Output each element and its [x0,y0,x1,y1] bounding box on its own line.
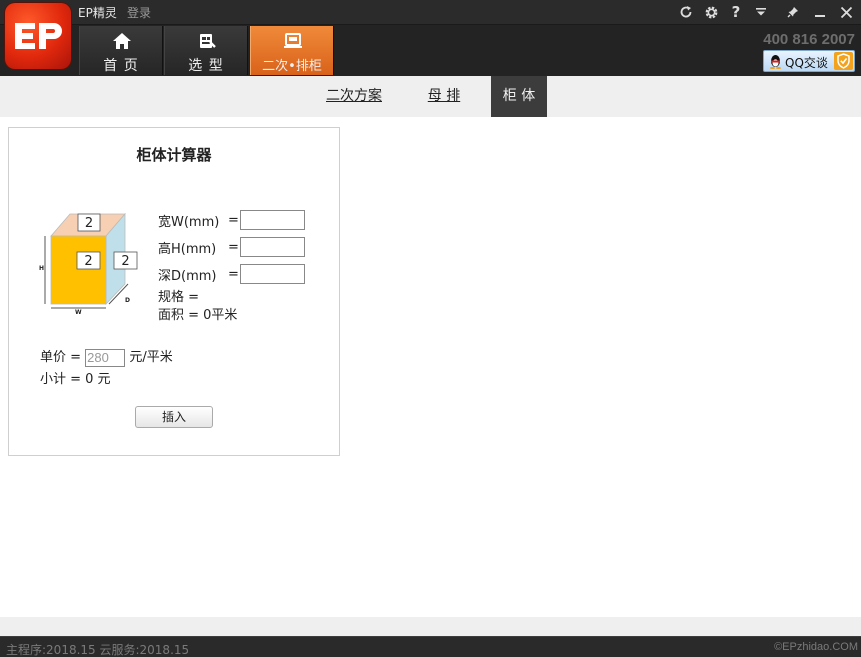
panel-title: 柜体计算器 [136,146,212,164]
version-info: 主程序:2018.15 云服务:2018.15 [6,643,190,657]
qq-penguin-icon [768,54,783,69]
cabinet-calculator-panel: 柜体计算器 H W D 2 2 2 宽W(mm) = 高H(mm) = 深D(m… [8,127,340,456]
nav-tab-cabinet[interactable]: 二次•排柜 [250,26,334,75]
spec-result: 规格 = [158,290,200,305]
depth-label: 深D(mm) [158,269,217,284]
selection-icon [197,32,217,50]
height-input[interactable] [240,237,305,257]
menu-dropdown-icon[interactable] [751,2,771,22]
shield-check-icon [834,52,853,70]
diagram-label-w: W [75,309,82,316]
unit-price-input[interactable] [85,348,126,367]
sub-nav: 二次方案 母 排 柜 体 [0,76,861,117]
minimize-icon[interactable] [810,2,830,22]
home-icon [112,32,132,50]
status-bar: 主程序:2018.15 云服务:2018.15 ©EPzhidao.COM [0,636,861,657]
height-label: 高H(mm) [158,242,217,257]
subtab-secondary-scheme[interactable]: 二次方案 [318,76,390,117]
subtab-busbar[interactable]: 母 排 [414,76,474,117]
cabinet-icon [283,32,303,50]
depth-input[interactable] [240,264,305,284]
app-name: EP精灵 [78,6,117,20]
equals-sign: = [228,267,239,282]
subtab-cabinet-body[interactable]: 柜 体 [491,76,547,117]
unit-price-row: 单价 = 元/平米 [40,346,173,367]
width-input[interactable] [240,210,305,230]
equals-sign: = [228,213,239,228]
top-bar: EP精灵 登录 ? 首 页 选 型 二次•排柜 400 816 2007 QQ交… [0,0,861,76]
qq-chat-label: QQ交谈 [785,56,828,70]
nav-tab-label: 选 型 [188,58,224,74]
qq-chat-button[interactable]: QQ交谈 [763,50,855,72]
app-logo [5,3,71,69]
nav-tab-home[interactable]: 首 页 [79,26,163,75]
copyright: ©EPzhidao.COM [774,641,858,653]
cabinet-dimension-diagram: H W D 2 2 2 [39,212,138,316]
nav-tab-selection[interactable]: 选 型 [164,26,248,75]
close-icon[interactable] [836,2,856,22]
help-icon[interactable]: ? [726,2,746,22]
nav-tab-label: 首 页 [103,58,139,74]
gear-icon[interactable] [701,2,721,22]
diagram-front-value: 2 [84,254,92,269]
area-result: 面积 = 0平米 [158,308,238,323]
hotline-number: 400 816 2007 [763,31,855,48]
login-link[interactable]: 登录 [127,4,151,21]
refresh-icon[interactable] [676,2,696,22]
unit-price-label: 单价 = [40,350,82,365]
equals-sign: = [228,240,239,255]
unit-price-unit: 元/平米 [129,350,173,365]
nav-tab-label: 二次•排柜 [262,59,322,74]
pin-icon[interactable] [783,2,803,22]
diagram-top-value: 2 [85,216,93,231]
width-label: 宽W(mm) [158,215,220,230]
subtotal-result: 小计 = 0 元 [40,372,111,387]
insert-button[interactable]: 插入 [135,406,213,428]
diagram-label-h: H [39,265,44,272]
diagram-side-value: 2 [121,254,129,269]
bottom-band [0,617,861,636]
diagram-label-d: D [125,297,130,304]
